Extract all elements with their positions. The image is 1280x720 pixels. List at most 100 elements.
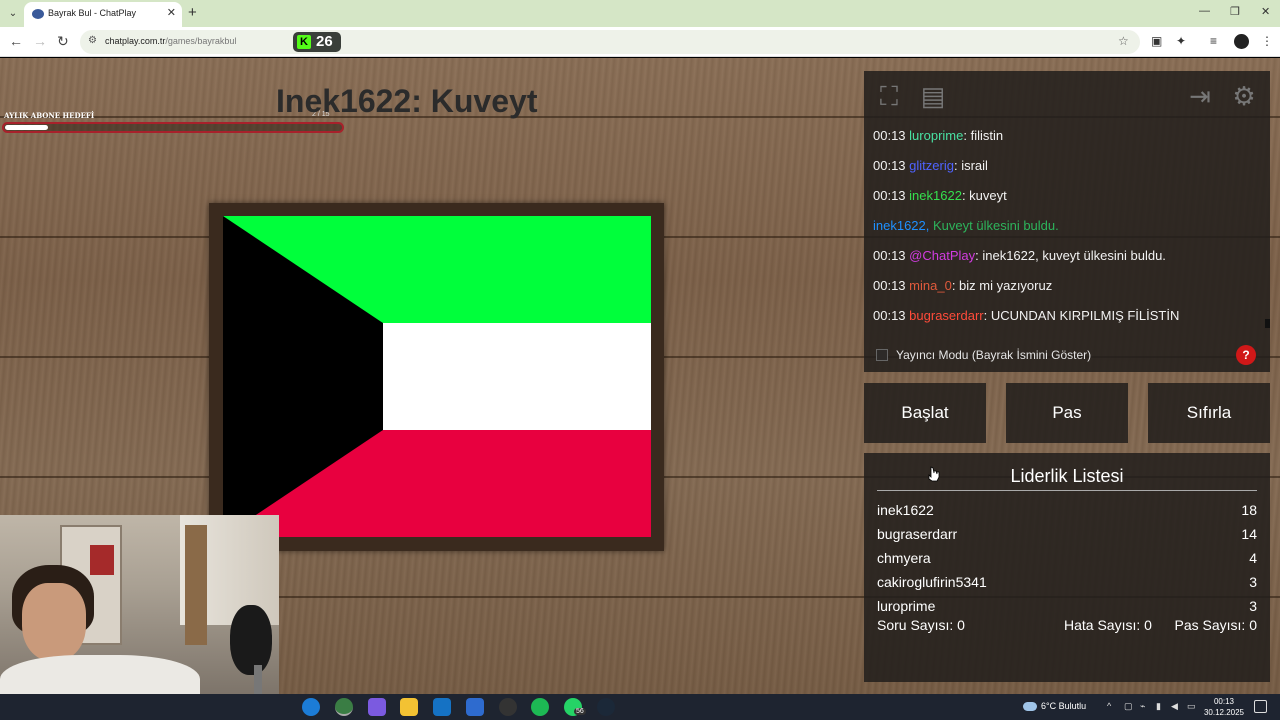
kick-logo-icon: K xyxy=(297,35,311,49)
subscriber-goal-label: AYLIK ABONE HEDEFİ xyxy=(4,111,95,120)
chat-username[interactable]: mina_0 xyxy=(909,278,952,293)
tray-app-icon[interactable]: ▢ xyxy=(1124,701,1133,712)
file-explorer-icon[interactable] xyxy=(400,698,418,716)
steam-icon[interactable] xyxy=(597,698,615,716)
mouse-pointer-icon xyxy=(928,466,940,482)
browser-tab-active[interactable]: Bayrak Bul - ChatPlay ✕ xyxy=(24,2,182,27)
help-button[interactable]: ? xyxy=(1236,345,1256,365)
subscriber-goal-fill xyxy=(5,125,48,130)
site-info-icon[interactable]: ⚙ xyxy=(88,35,97,46)
leaderboard-name: luroprime xyxy=(877,598,936,614)
chat-message: 00:13 mina_0: biz mi yazıyoruz xyxy=(873,279,1263,309)
chat-timestamp: 00:13 xyxy=(873,248,906,263)
notes-icon[interactable]: ▤ xyxy=(917,80,949,112)
store-icon[interactable] xyxy=(466,698,484,716)
address-bar[interactable]: ⚙ chatplay.com.tr/games/bayrakbul K 26 ☆ xyxy=(80,30,1140,54)
minimize-window-icon[interactable]: — xyxy=(1199,5,1210,17)
leaderboard-row: chmyera 4 xyxy=(877,547,1257,571)
bookmark-star-icon[interactable]: ☆ xyxy=(1118,34,1129,48)
weather-widget[interactable]: 6°C Bulutlu xyxy=(1023,701,1087,712)
extensions-puzzle-icon[interactable]: ✦ xyxy=(1176,35,1186,47)
microphone-tray-icon[interactable]: ▮ xyxy=(1156,701,1161,712)
chat-username[interactable]: bugraserdarr xyxy=(909,308,983,323)
chat-text: : UCUNDAN KIRPILMIŞ FİLİSTİN xyxy=(983,308,1180,323)
chat-timestamp: 00:13 xyxy=(873,188,906,203)
tab-search-chevron-icon[interactable]: ⌄ xyxy=(4,5,22,23)
round-winner-title: Inek1622: Kuveyt xyxy=(276,83,538,119)
streamer-mode-label[interactable]: Yayıncı Modu (Bayrak İsmini Göster) xyxy=(896,348,1091,362)
whatsapp-unread-badge: 56 xyxy=(574,708,586,715)
pass-button[interactable]: Pas xyxy=(1006,383,1128,443)
reset-button[interactable]: Sıfırla xyxy=(1148,383,1270,443)
leaderboard-row: bugraserdarr 14 xyxy=(877,523,1257,547)
chat-message: 00:13 @ChatPlay: inek1622, kuveyt ülkesi… xyxy=(873,249,1263,279)
volume-icon[interactable]: ◀ xyxy=(1171,701,1178,712)
browser-menu-icon[interactable]: ⋮ xyxy=(1261,35,1273,47)
back-icon[interactable]: ← xyxy=(9,33,23,49)
restore-window-icon[interactable]: ❐ xyxy=(1230,5,1240,18)
close-window-icon[interactable]: ✕ xyxy=(1261,5,1270,18)
chat-username[interactable]: glitzerig xyxy=(909,158,954,173)
kuwait-flag xyxy=(223,216,651,537)
subscriber-goal-bar xyxy=(2,122,344,133)
kick-viewer-count: 26 xyxy=(316,33,333,50)
leaderboard-name: bugraserdarr xyxy=(877,526,958,542)
fullscreen-icon[interactable]: ⛶ xyxy=(873,80,905,112)
streamer-face xyxy=(22,583,86,661)
chat-username[interactable]: inek1622 xyxy=(909,188,962,203)
outlook-icon[interactable] xyxy=(433,698,451,716)
chrome-icon[interactable] xyxy=(335,698,353,716)
leaderboard-score: 14 xyxy=(1241,526,1257,542)
forward-icon[interactable]: → xyxy=(33,33,47,49)
settings-gear-icon[interactable]: ⚙ xyxy=(1228,80,1260,112)
leaderboard-name: inek1622 xyxy=(877,502,934,518)
profile-avatar[interactable] xyxy=(1234,34,1249,49)
streamer-mode-checkbox[interactable] xyxy=(876,349,888,361)
question-count: Soru Sayısı: 0 xyxy=(877,617,965,633)
leaderboard-score: 4 xyxy=(1249,550,1257,566)
browser-toolbar: ← → ↻ ⚙ chatplay.com.tr/games/bayrakbul … xyxy=(0,27,1280,57)
copilot-icon[interactable] xyxy=(368,698,386,716)
new-tab-button[interactable]: + xyxy=(188,4,197,22)
media-controls-icon[interactable]: ≡ xyxy=(1210,35,1217,47)
tray-network-icon[interactable]: ⌁ xyxy=(1140,701,1145,712)
spotify-icon[interactable] xyxy=(531,698,549,716)
notifications-icon[interactable] xyxy=(1254,700,1267,713)
url-text[interactable]: chatplay.com.tr/games/bayrakbul xyxy=(105,36,236,46)
browser-tab-bar: ⌄ Bayrak Bul - ChatPlay ✕ + — ❐ ✕ xyxy=(0,0,1280,27)
chat-timestamp: 00:13 xyxy=(873,308,906,323)
clock-date: 30.12.2025 xyxy=(1203,708,1245,717)
chat-username[interactable]: @ChatPlay xyxy=(909,248,975,263)
chat-text: : kuveyt xyxy=(961,188,1007,203)
chat-scrollbar[interactable] xyxy=(1265,319,1270,328)
chat-username[interactable]: inek1622, xyxy=(873,218,929,233)
chat-timestamp: 00:13 xyxy=(873,128,906,143)
tray-overflow-icon[interactable]: ^ xyxy=(1107,701,1111,711)
streamer-mode-row: Yayıncı Modu (Bayrak İsmini Göster) ? xyxy=(864,338,1270,372)
reload-icon[interactable]: ↻ xyxy=(57,33,69,49)
webcam-background-picture xyxy=(90,545,114,575)
leaderboard-name: chmyera xyxy=(877,550,931,566)
kick-viewer-badge[interactable]: K 26 xyxy=(293,32,341,52)
microphone xyxy=(230,605,272,675)
chat-message-list: 00:13 luroprime: filistin 00:13 glitzerig… xyxy=(873,129,1263,339)
weather-text: 6°C Bulutlu xyxy=(1041,701,1087,711)
chat-timestamp: 00:13 xyxy=(873,278,906,293)
chat-username[interactable]: luroprime xyxy=(909,128,963,143)
exit-icon[interactable]: ⇥ xyxy=(1184,80,1216,112)
display-icon[interactable]: ▭ xyxy=(1187,701,1196,712)
game-page: AYLIK ABONE HEDEFİ 2 / 15 Inek1622: Kuve… xyxy=(0,58,1280,694)
leaderboard-title: Liderlik Listesi xyxy=(1010,466,1124,486)
leaderboard-row: cakiroglufirin5341 3 xyxy=(877,571,1257,595)
system-clock[interactable]: 00:13 30.12.2025 xyxy=(1202,696,1246,718)
chat-timestamp: 00:13 xyxy=(873,158,906,173)
leaderboard-divider xyxy=(877,490,1257,491)
tab-close-icon[interactable]: ✕ xyxy=(167,6,176,19)
start-button[interactable]: Başlat xyxy=(864,383,986,443)
app-icon[interactable] xyxy=(499,698,517,716)
chat-text: : inek1622, kuveyt ülkesini buldu. xyxy=(975,248,1166,263)
webcam-background-curtain xyxy=(185,525,207,645)
leaderboard-row: inek1622 18 xyxy=(877,499,1257,523)
extension-icon[interactable]: ▣ xyxy=(1151,35,1162,47)
edge-icon[interactable] xyxy=(302,698,320,716)
